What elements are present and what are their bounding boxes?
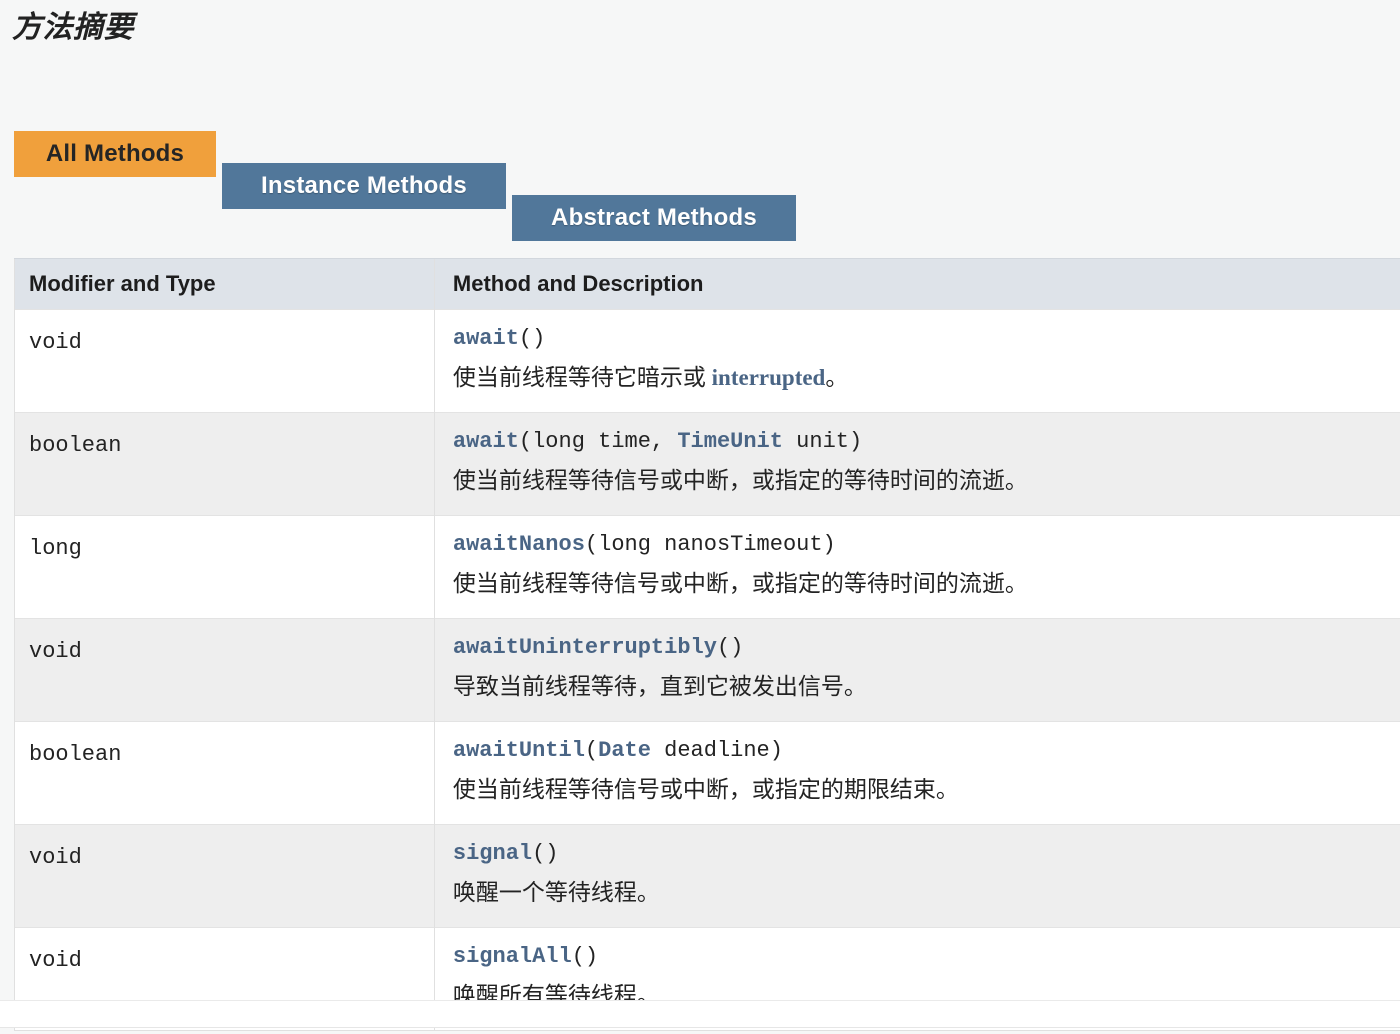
column-header-modifier-and-type: Modifier and Type [14, 258, 435, 310]
cell-modifier-and-type: void [14, 618, 435, 722]
code-text: () [716, 635, 744, 660]
code-link[interactable]: awaitNanos [453, 532, 585, 557]
code-text: (long nanosTimeout) [584, 532, 836, 557]
code-link[interactable]: interrupted [712, 365, 826, 390]
code-text: unit) [782, 429, 863, 454]
code-text: () [571, 944, 599, 969]
page-title: 方法摘要 [12, 11, 134, 44]
tab-instance-methods[interactable]: Instance Methods [222, 163, 506, 209]
table-row: void awaitUninterruptibly() 导致当前线程等待，直到它被发… [14, 618, 1400, 722]
method-signature: signal() [453, 839, 1400, 869]
tab-abstract-methods-label: Abstract Methods [551, 204, 757, 231]
method-signature: await(long time, TimeUnit unit) [453, 427, 1400, 457]
table-body: void await() 使当前线程等待它暗示或 interrupted。 boole… [14, 309, 1400, 1031]
code-text: (long time, [518, 429, 678, 454]
method-description: 使当前线程等待信号或中断，或指定的等待时间的流逝。 [453, 465, 1400, 497]
method-description: 导致当前线程等待，直到它被发出信号。 [453, 671, 1400, 703]
cell-modifier-and-type: long [14, 515, 435, 619]
code-text: () [518, 326, 546, 351]
method-filter-tabs: All Methods Instance Methods Abstract Me… [0, 131, 1400, 246]
code-text: 使当前线程等待信号或中断，或指定的等待时间的流逝。 [452, 571, 1028, 596]
tab-all-methods[interactable]: All Methods [14, 131, 216, 177]
tab-all-methods-label: All Methods [45, 140, 185, 167]
method-signature: await() [453, 324, 1400, 354]
table-row: long awaitNanos(long nanosTimeout) 使当前线程等待… [14, 515, 1400, 619]
method-summary-table: Modifier and Type Method and Description… [14, 258, 1400, 1031]
code-link[interactable]: Date [598, 738, 651, 763]
code-text: deadline) [650, 738, 783, 763]
code-link[interactable]: await [453, 326, 519, 351]
code-text: () [532, 841, 559, 866]
tab-instance-methods-label: Instance Methods [261, 172, 467, 199]
code-link[interactable]: awaitUninterruptibly [453, 635, 717, 660]
cell-modifier-and-type: void [14, 309, 435, 413]
code-link[interactable]: signalAll [453, 944, 572, 969]
code-link[interactable]: await [453, 429, 519, 454]
cell-method-and-description: awaitNanos(long nanosTimeout) 使当前线程等待信号或中… [433, 515, 1400, 619]
method-description: 使当前线程等待信号或中断，或指定的等待时间的流逝。 [453, 568, 1400, 600]
code-link[interactable]: awaitUntil [453, 738, 585, 763]
tab-abstract-methods[interactable]: Abstract Methods [512, 195, 796, 241]
cell-method-and-description: awaitUntil(Date deadline) 使当前线程等待信号或中断，或指… [433, 721, 1400, 825]
table-row: void await() 使当前线程等待它暗示或 interrupted。 [14, 309, 1400, 413]
code-text: ( [584, 738, 599, 763]
cell-modifier-and-type: void [14, 824, 435, 928]
column-header-method-and-description: Method and Description [433, 258, 1400, 310]
code-text: 使当前线程等待信号或中断，或指定的等待时间的流逝。 [452, 468, 1028, 493]
method-description: 使当前线程等待信号或中断，或指定的期限结束。 [453, 774, 1400, 806]
method-signature: awaitUntil(Date deadline) [453, 736, 1400, 766]
table-header: Modifier and Type Method and Description [14, 258, 1400, 310]
code-text: 。 [825, 365, 849, 390]
cell-method-and-description: signal() 唤醒一个等待线程。 [433, 824, 1400, 928]
cell-modifier-and-type: boolean [14, 721, 435, 825]
cell-method-and-description: awaitUninterruptibly() 导致当前线程等待，直到它被发出信号。 [433, 618, 1400, 722]
code-text: 导致当前线程等待，直到它被发出信号。 [452, 674, 867, 699]
table-row: boolean await(long time, TimeUnit unit) 使当… [14, 412, 1400, 516]
method-description: 唤醒一个等待线程。 [453, 877, 1400, 909]
code-text: 唤醒一个等待线程。 [452, 880, 660, 905]
cell-modifier-and-type: boolean [14, 412, 435, 516]
code-link[interactable]: signal [453, 841, 532, 866]
table-row: void signal() 唤醒一个等待线程。 [14, 824, 1400, 928]
footer-divider-band [0, 1000, 1400, 1028]
cell-method-and-description: await(long time, TimeUnit unit) 使当前线程等待信号… [433, 412, 1400, 516]
method-signature: awaitUninterruptibly() [453, 633, 1400, 663]
cell-method-and-description: await() 使当前线程等待它暗示或 interrupted。 [433, 309, 1400, 413]
method-description: 使当前线程等待它暗示或 interrupted。 [453, 362, 1400, 394]
table-row: boolean awaitUntil(Date deadline) 使当前线程等待信… [14, 721, 1400, 825]
code-text: 使当前线程等待它暗示或 [452, 365, 712, 390]
code-text: 使当前线程等待信号或中断，或指定的期限结束。 [452, 777, 959, 802]
table-header-row: Modifier and Type Method and Description [14, 258, 1400, 310]
method-signature: signalAll() [453, 942, 1400, 972]
code-link[interactable]: TimeUnit [677, 429, 783, 454]
method-signature: awaitNanos(long nanosTimeout) [453, 530, 1400, 560]
